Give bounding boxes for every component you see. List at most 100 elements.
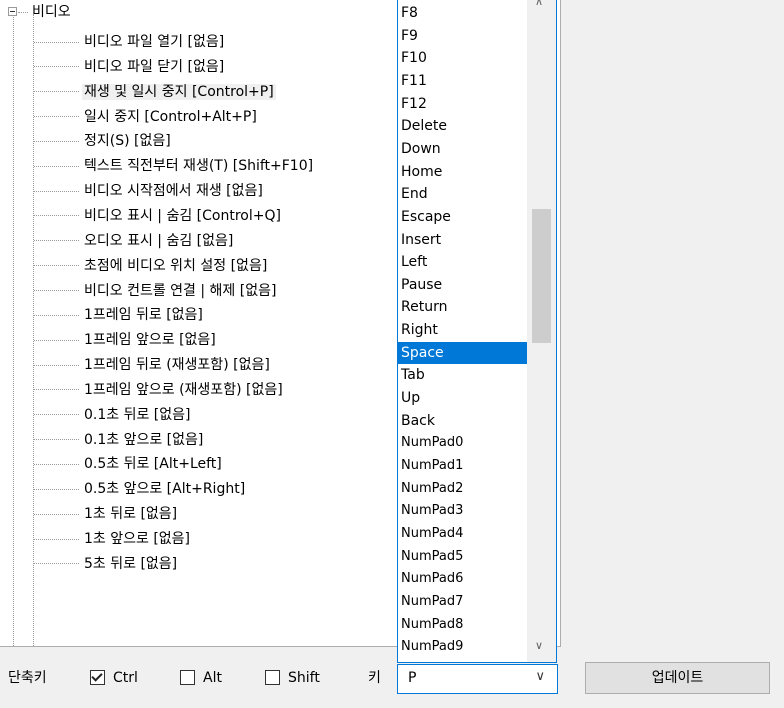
tree-item[interactable]: 정지(S) [없음] [34, 130, 173, 152]
tree-root-label: 비디오 [32, 4, 71, 20]
shift-label[interactable]: Shift [288, 668, 320, 688]
tree-item[interactable]: 1프레임 앞으로 [없음] [34, 329, 218, 351]
tree-item-label: 오디오 표시 | 숨김 [없음] [84, 232, 234, 249]
tree-connector [34, 389, 79, 391]
tree-item[interactable]: 일시 중지 [Control+Alt+P] [34, 106, 259, 128]
tree-item[interactable]: 0.1초 앞으로 [없음] [34, 429, 205, 451]
shift-checkbox[interactable] [265, 670, 280, 685]
tree-item[interactable]: 비디오 파일 열기 [없음] [34, 31, 226, 53]
tree-item[interactable]: 5초 뒤로 [없음] [34, 553, 179, 575]
tree-item[interactable]: 0.5초 앞으로 [Alt+Right] [34, 478, 247, 500]
tree-item-label: 5초 뒤로 [없음] [84, 555, 178, 572]
tree-item-label: 0.1초 앞으로 [없음] [84, 431, 204, 448]
tree-connector [34, 513, 79, 515]
key-option[interactable]: NumPad8 [398, 614, 527, 636]
key-option[interactable]: NumPad4 [398, 523, 527, 545]
key-option[interactable]: NumPad1 [398, 455, 527, 477]
tree-item-label: 비디오 컨트롤 연결 | 해제 [없음] [84, 282, 277, 299]
key-option[interactable]: Home [398, 161, 527, 183]
tree-item[interactable]: 텍스트 직전부터 재생(T) [Shift+F10] [34, 155, 315, 177]
tree-connector [34, 439, 79, 441]
tree-item-label: 텍스트 직전부터 재생(T) [Shift+F10] [84, 158, 314, 175]
tree-item-label: 비디오 파일 닫기 [없음] [84, 58, 225, 75]
key-option[interactable]: Up [398, 387, 527, 409]
key-option[interactable]: F9 [398, 25, 527, 47]
key-option[interactable]: End [398, 183, 527, 205]
update-button[interactable]: 업데이트 [585, 662, 770, 694]
key-option[interactable]: Right [398, 319, 527, 341]
tree-item-label: 1프레임 앞으로 (재생포함) [없음] [84, 381, 283, 398]
tree-item-label: 비디오 파일 열기 [없음] [84, 34, 225, 50]
key-option[interactable]: F11 [398, 70, 527, 92]
tree-connector [34, 140, 79, 142]
tree-connector [34, 66, 79, 68]
key-option[interactable]: F12 [398, 93, 527, 115]
tree-connector [34, 463, 79, 465]
tree-item[interactable]: 1초 앞으로 [없음] [34, 528, 192, 550]
tree-item[interactable]: 1프레임 앞으로 (재생포함) [없음] [34, 379, 285, 401]
tree-item-label: 0.5초 뒤로 [Alt+Left] [84, 456, 222, 473]
tree-item[interactable]: 비디오 컨트롤 연결 | 해제 [없음] [34, 280, 278, 302]
tree-item-label: 0.5초 앞으로 [Alt+Right] [84, 481, 246, 498]
key-option[interactable]: NumPad3 [398, 500, 527, 522]
key-option[interactable]: Pause [398, 274, 527, 296]
key-option[interactable]: Insert [398, 229, 527, 251]
key-option[interactable]: Back [398, 410, 527, 432]
tree-item[interactable]: 오디오 표시 | 숨김 [없음] [34, 230, 235, 252]
key-option[interactable]: Left [398, 251, 527, 273]
key-option[interactable]: NumPad6 [398, 568, 527, 590]
tree-connector [34, 215, 79, 217]
tree-connector [34, 538, 79, 540]
tree-item-label: 초점에 비디오 위치 설정 [없음] [84, 257, 268, 274]
tree-item-label: 비디오 표시 | 숨김 [Control+Q] [84, 207, 281, 224]
scroll-up-icon[interactable]: ∧ [535, 0, 543, 8]
key-select[interactable]: P ∨ [397, 664, 558, 694]
collapse-icon[interactable] [8, 7, 17, 16]
tree-item[interactable]: 비디오 시작점에서 재생 [없음] [34, 180, 265, 202]
key-option[interactable]: NumPad2 [398, 478, 527, 500]
tree-item[interactable]: 0.5초 뒤로 [Alt+Left] [34, 453, 224, 475]
key-option[interactable]: Delete [398, 115, 527, 137]
tree-item[interactable]: 1프레임 뒤로 [없음] [34, 304, 205, 326]
key-option[interactable]: Space [398, 341, 527, 364]
key-option[interactable]: F8 [398, 2, 527, 24]
tree-connector [34, 41, 79, 43]
tree-root-video[interactable]: 비디오 [18, 1, 71, 23]
alt-checkbox[interactable] [180, 670, 195, 685]
key-option[interactable]: F10 [398, 47, 527, 69]
tree-item[interactable]: 1초 뒤로 [없음] [34, 503, 179, 525]
alt-label[interactable]: Alt [203, 668, 222, 688]
shortcut-label: 단축키 [8, 670, 47, 686]
tree-item[interactable]: 초점에 비디오 위치 설정 [없음] [34, 255, 269, 277]
tree-item-label: 1프레임 뒤로 [없음] [84, 307, 203, 324]
key-option[interactable]: Tab [398, 364, 527, 386]
key-select-value: P [408, 670, 417, 686]
ctrl-label[interactable]: Ctrl [113, 668, 138, 688]
tree-item[interactable]: 0.1초 뒤로 [없음] [34, 404, 193, 426]
tree-connector [34, 240, 79, 242]
shortcut-editor-bar: 단축키 Ctrl Alt Shift 키 P ∨ 업데이트 [0, 646, 784, 708]
key-option[interactable]: NumPad0 [398, 432, 527, 454]
chevron-down-icon[interactable]: ∨ [535, 669, 545, 684]
key-option[interactable]: NumPad7 [398, 591, 527, 613]
tree-item[interactable]: 비디오 표시 | 숨김 [Control+Q] [34, 205, 283, 227]
tree-item[interactable]: 재생 및 일시 중지 [Control+P] [34, 81, 276, 103]
key-option[interactable]: NumPad5 [398, 546, 527, 568]
scrollbar-thumb[interactable] [532, 209, 551, 343]
tree-item-label: 1초 앞으로 [없음] [84, 531, 191, 547]
tree-connector [34, 314, 79, 316]
tree-item[interactable]: 비디오 파일 닫기 [없음] [34, 56, 226, 78]
ctrl-checkbox[interactable] [90, 670, 105, 685]
key-label: 키 [368, 670, 381, 686]
tree-item-label: 재생 및 일시 중지 [Control+P] [82, 83, 276, 100]
key-option[interactable]: Escape [398, 206, 527, 228]
tree-item-label: 0.1초 뒤로 [없음] [84, 406, 191, 423]
tree-item-label: 비디오 시작점에서 재생 [없음] [84, 183, 263, 200]
tree-item[interactable]: 1프레임 뒤로 (재생포함) [없음] [34, 354, 272, 376]
key-option[interactable]: Return [398, 296, 527, 318]
key-option[interactable]: Down [398, 138, 527, 160]
key-dropdown-list[interactable]: F8 F9 F10 F11 F12 Delete Down Home End Escape Inse… [397, 0, 557, 663]
tree-item-label: 정지(S) [없음] [84, 133, 171, 150]
dropdown-scrollbar[interactable]: ∧ ∨ [527, 0, 556, 662]
tree-connector [34, 165, 79, 167]
